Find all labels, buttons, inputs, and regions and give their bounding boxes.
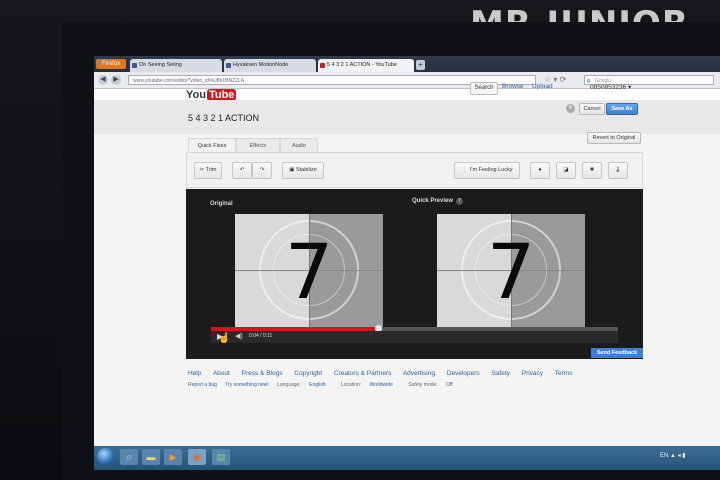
contrast-button[interactable]: ◪ xyxy=(556,162,576,179)
close-icon[interactable]: ✕ xyxy=(566,104,575,113)
original-video-frame[interactable]: 7 xyxy=(235,214,383,327)
language-setting[interactable]: Language: English xyxy=(277,382,332,388)
tab-label: Hyvaksen MotionNode xyxy=(233,62,289,68)
footer-link-help[interactable]: Help xyxy=(188,370,201,377)
video-title: 5 4 3 2 1 ACTION xyxy=(188,113,260,123)
volume-icon[interactable]: ◀) xyxy=(235,332,243,340)
contrast-icon: ◪ xyxy=(563,167,569,173)
tab-quick-fixes[interactable]: Quick Fixes xyxy=(188,138,236,153)
start-button[interactable] xyxy=(97,448,114,465)
browser-tab-active[interactable]: 5 4 3 2 1 ACTION - YouTube xyxy=(318,59,414,72)
time-display: 0:04 / 0:11 xyxy=(249,333,273,339)
stabilize-icon: ▣ xyxy=(289,167,295,173)
countdown-number: 7 xyxy=(486,227,536,316)
media-player-icon[interactable]: ▶ xyxy=(164,449,182,465)
footer-link-creators[interactable]: Creators & Partners xyxy=(334,370,391,377)
cancel-button[interactable]: Cancel xyxy=(579,103,605,115)
stabilize-button[interactable]: ▣ Stabilize xyxy=(282,162,324,179)
footer-link-advertising[interactable]: Advertising xyxy=(403,370,435,377)
tab-effects[interactable]: Effects xyxy=(236,138,280,153)
brightness-button[interactable]: ● xyxy=(530,162,550,179)
footer-link-about[interactable]: About xyxy=(213,370,230,377)
favicon-icon xyxy=(132,63,137,68)
rotate-left-icon: ↶ xyxy=(239,167,245,173)
lightbulb-icon: ● xyxy=(538,167,542,173)
try-new-link[interactable]: Try something new! xyxy=(225,382,268,388)
search-button[interactable]: Search xyxy=(470,82,498,95)
preview-label: Quick Preview? xyxy=(412,198,464,205)
safety-setting[interactable]: Safety mode: Off xyxy=(408,382,459,388)
forward-arrow-icon[interactable]: ▶ xyxy=(111,75,121,85)
back-arrow-icon[interactable]: ◀ xyxy=(98,75,108,85)
firefox-menu-button[interactable]: Firefox xyxy=(96,59,126,69)
upload-link[interactable]: Upload xyxy=(532,83,553,90)
trim-button[interactable]: ✂ Trim xyxy=(194,162,222,179)
scissors-icon: ✂ xyxy=(199,167,205,173)
youtube-favicon-icon xyxy=(320,63,325,68)
firefox-icon[interactable]: ◉ xyxy=(188,449,206,465)
browse-link[interactable]: Browse xyxy=(502,83,524,90)
internet-explorer-icon[interactable]: e xyxy=(120,449,138,465)
footer-links: Help About Press & Blogs Copyright Creat… xyxy=(188,370,582,377)
location-setting[interactable]: Location: Worldwide xyxy=(341,382,400,388)
system-tray[interactable]: EN ▲ ◂ ▮ xyxy=(660,452,686,459)
monitor-screen: Firefox On Seeing Seiing Hyvaksen Motion… xyxy=(94,56,720,470)
lucky-icon: ❕ xyxy=(461,167,469,173)
preview-video-frame[interactable]: 7 xyxy=(437,214,585,327)
footer-link-privacy[interactable]: Privacy xyxy=(522,370,543,377)
save-as-button[interactable]: Save As xyxy=(606,103,638,115)
report-bug-link[interactable]: Report a bug xyxy=(188,382,217,388)
tab-label: 5 4 3 2 1 ACTION - YouTube xyxy=(327,62,397,68)
rotate-right-button[interactable]: ↷ xyxy=(252,162,272,179)
send-feedback-button[interactable]: Send Feedback xyxy=(591,348,643,358)
tab-audio[interactable]: Audio xyxy=(280,138,318,153)
help-icon[interactable]: ? xyxy=(456,198,464,205)
windows-taskbar: e ▬ ▶ ◉ ▤ EN ▲ ◂ ▮ xyxy=(94,446,720,470)
saturation-button[interactable]: ✺ xyxy=(582,162,602,179)
countdown-number: 7 xyxy=(284,227,334,316)
footer-secondary: Report a bug Try something new! Language… xyxy=(188,382,467,388)
footer-link-terms[interactable]: Terms xyxy=(555,370,573,377)
mouse-cursor-icon: ☝ xyxy=(218,333,231,344)
footer-link-copyright[interactable]: Copyright xyxy=(294,370,322,377)
new-tab-button[interactable]: + xyxy=(416,60,425,70)
original-label: Original xyxy=(210,201,233,207)
user-menu[interactable]: 0850853236 ▾ xyxy=(590,83,631,91)
browser-tab[interactable]: On Seeing Seiing xyxy=(130,59,222,72)
footer-link-developers[interactable]: Developers xyxy=(447,370,480,377)
temperature-button[interactable]: 🌡 xyxy=(608,162,628,179)
file-explorer-icon[interactable]: ▬ xyxy=(142,449,160,465)
revert-button[interactable]: Revert to Original xyxy=(587,132,641,144)
player-controls: ▶ ◀) 0:04 / 0:11 xyxy=(211,331,618,343)
saturation-icon: ✺ xyxy=(589,167,595,173)
rotate-left-button[interactable]: ↶ xyxy=(232,162,252,179)
thermometer-icon: 🌡 xyxy=(614,167,622,173)
rotate-right-icon: ↷ xyxy=(259,167,265,173)
feeling-lucky-button[interactable]: ❕ I'm Feeling Lucky xyxy=(454,162,520,179)
footer-link-safety[interactable]: Safety xyxy=(491,370,509,377)
browser-tab-bar: Firefox On Seeing Seiing Hyvaksen Motion… xyxy=(94,56,720,72)
browser-tab[interactable]: Hyvaksen MotionNode xyxy=(224,59,316,72)
app-icon[interactable]: ▤ xyxy=(212,449,230,465)
footer-link-press[interactable]: Press & Blogs xyxy=(242,370,283,377)
tab-label: On Seeing Seiing xyxy=(139,62,182,68)
favicon-icon xyxy=(226,63,231,68)
